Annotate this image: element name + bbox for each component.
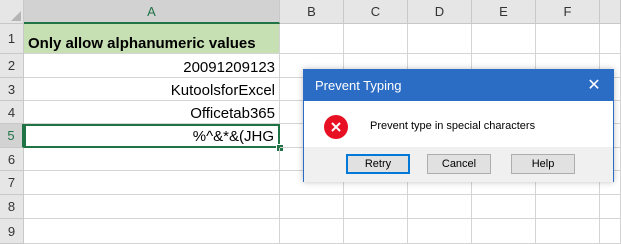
cell-e8[interactable] (472, 195, 536, 219)
error-icon (324, 115, 348, 139)
column-header-d[interactable]: D (408, 0, 472, 24)
cell-a9[interactable] (24, 219, 280, 244)
column-header-b[interactable]: B (280, 0, 344, 24)
column-header-f[interactable]: F (536, 0, 600, 24)
cell-b1[interactable] (280, 24, 344, 54)
cell-a4[interactable]: Officetab365 (24, 101, 280, 124)
select-all-corner[interactable] (0, 0, 24, 24)
cell-f8[interactable] (536, 195, 600, 219)
column-header-e[interactable]: E (472, 0, 536, 24)
cell-d1[interactable] (408, 24, 472, 54)
row-header-7[interactable]: 7 (0, 171, 24, 195)
dialog-message-area: Prevent type in special characters (304, 101, 613, 147)
cell-d8[interactable] (408, 195, 472, 219)
row-header-4[interactable]: 4 (0, 101, 24, 124)
cell-b9[interactable] (280, 219, 344, 244)
cell-g1[interactable] (600, 24, 621, 54)
cell-d9[interactable] (408, 219, 472, 244)
cell-c1[interactable] (344, 24, 408, 54)
row-header-1[interactable]: 1 (0, 24, 24, 54)
cell-a8[interactable] (24, 195, 280, 219)
cell-a5-active[interactable]: %^&*&(JHG (24, 124, 280, 148)
cell-a2[interactable]: 20091209123 (24, 54, 280, 78)
cell-a7[interactable] (24, 171, 280, 195)
dialog-body: Prevent type in special characters Retry… (304, 101, 613, 182)
cell-g9[interactable] (600, 219, 621, 244)
prevent-typing-dialog: Prevent Typing ✕ Prevent type in special… (303, 69, 614, 182)
cell-f9[interactable] (536, 219, 600, 244)
cell-e1[interactable] (472, 24, 536, 54)
cell-a3[interactable]: KutoolsforExcel (24, 78, 280, 101)
row-header-5[interactable]: 5 (0, 124, 24, 148)
column-header-g[interactable] (600, 0, 621, 24)
row-header-2[interactable]: 2 (0, 54, 24, 78)
dialog-message: Prevent type in special characters (370, 120, 536, 132)
cancel-button[interactable]: Cancel (427, 154, 491, 174)
cell-a6[interactable] (24, 148, 280, 171)
row-header-8[interactable]: 8 (0, 195, 24, 219)
row-header-6[interactable]: 6 (0, 148, 24, 171)
close-icon[interactable]: ✕ (581, 73, 607, 97)
dialog-title: Prevent Typing (315, 78, 402, 93)
cell-a1[interactable]: Only allow alphanumeric values (24, 24, 280, 54)
dialog-titlebar[interactable]: Prevent Typing ✕ (304, 70, 613, 101)
cell-g8[interactable] (600, 195, 621, 219)
cell-e9[interactable] (472, 219, 536, 244)
cell-c9[interactable] (344, 219, 408, 244)
cell-b8[interactable] (280, 195, 344, 219)
dialog-button-bar: Retry Cancel Help (304, 147, 613, 182)
row-header-9[interactable]: 9 (0, 219, 24, 244)
column-header-c[interactable]: C (344, 0, 408, 24)
cell-c8[interactable] (344, 195, 408, 219)
column-header-a[interactable]: A (24, 0, 280, 24)
cell-f1[interactable] (536, 24, 600, 54)
row-header-3[interactable]: 3 (0, 78, 24, 101)
retry-button[interactable]: Retry (346, 154, 410, 174)
help-button[interactable]: Help (511, 154, 575, 174)
